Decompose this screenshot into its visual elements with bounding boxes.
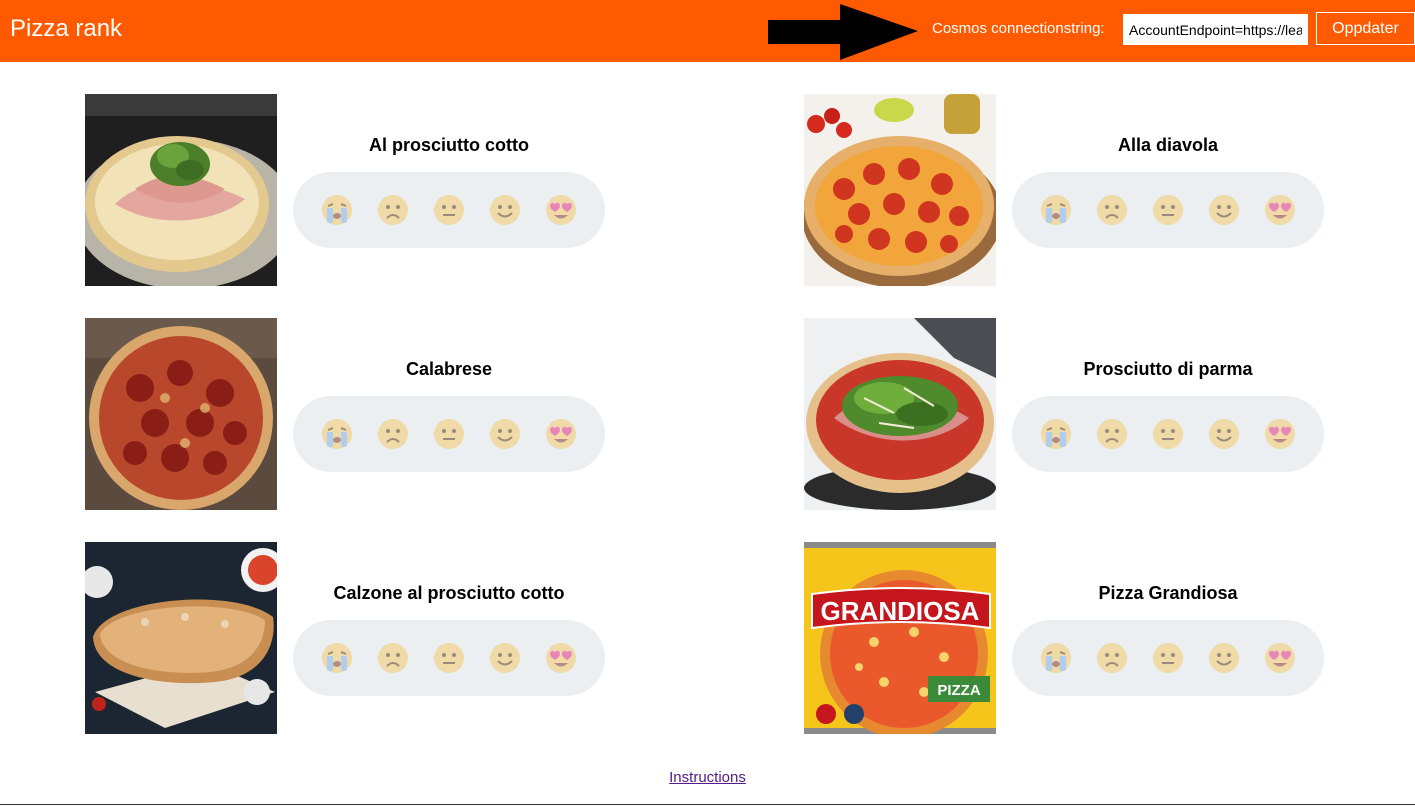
- rating-bar: [1012, 172, 1324, 248]
- pizza-photo: [85, 94, 277, 286]
- pizza-card: Prosciutto di parma: [804, 318, 1344, 510]
- pizza-card: Alla diavola: [804, 94, 1344, 286]
- footer: Instructions: [0, 768, 1415, 788]
- smiling-face-icon[interactable]: [489, 194, 521, 226]
- smiling-face-icon[interactable]: [489, 418, 521, 450]
- pizza-card: Calzone al prosciutto cotto: [85, 542, 625, 734]
- rating-bar: [1012, 620, 1324, 696]
- svg-text:GRANDIOSA: GRANDIOSA: [821, 596, 980, 626]
- smiling-face-icon[interactable]: [489, 642, 521, 674]
- smiling-face-icon[interactable]: [1208, 418, 1240, 450]
- pizza-photo: [804, 318, 996, 510]
- heart-eyes-face-icon[interactable]: [545, 194, 577, 226]
- pizza-name: Calabrese: [405, 359, 493, 379]
- rating-bar: [293, 396, 605, 472]
- sad-face-icon[interactable]: [1096, 194, 1128, 226]
- heart-eyes-face-icon[interactable]: [545, 642, 577, 674]
- sad-face-icon[interactable]: [377, 642, 409, 674]
- pizza-photo: [85, 542, 277, 734]
- pizza-box-photo: GRANDIOSA PIZZA: [804, 542, 996, 734]
- pizza-name: Alla diavola: [1117, 135, 1219, 155]
- connection-string-input[interactable]: [1123, 14, 1308, 45]
- rating-bar: [1012, 396, 1324, 472]
- neutral-face-icon[interactable]: [1152, 194, 1184, 226]
- pizza-card: GRANDIOSA PIZZA Pizza Grandiosa: [804, 542, 1344, 734]
- crying-face-icon[interactable]: [1040, 418, 1072, 450]
- pizza-name: Prosciutto di parma: [1083, 359, 1253, 379]
- smiling-face-icon[interactable]: [1208, 642, 1240, 674]
- pizza-name: Calzone al prosciutto cotto: [333, 583, 565, 603]
- pizza-photo: [804, 94, 996, 286]
- smiling-face-icon[interactable]: [1208, 194, 1240, 226]
- heart-eyes-face-icon[interactable]: [1264, 194, 1296, 226]
- heart-eyes-face-icon[interactable]: [1264, 418, 1296, 450]
- pizza-card: Al prosciutto cotto: [85, 94, 625, 286]
- crying-face-icon[interactable]: [321, 642, 353, 674]
- neutral-face-icon[interactable]: [433, 418, 465, 450]
- update-button[interactable]: Oppdater: [1316, 12, 1415, 45]
- sad-face-icon[interactable]: [1096, 642, 1128, 674]
- top-bar: Pizza rank Cosmos connectionstring: Oppd…: [0, 0, 1415, 62]
- neutral-face-icon[interactable]: [433, 642, 465, 674]
- heart-eyes-face-icon[interactable]: [1264, 642, 1296, 674]
- heart-eyes-face-icon[interactable]: [545, 418, 577, 450]
- app-title: Pizza rank: [10, 15, 123, 42]
- sad-face-icon[interactable]: [1096, 418, 1128, 450]
- crying-face-icon[interactable]: [321, 194, 353, 226]
- pizza-card: Calabrese: [85, 318, 625, 510]
- crying-face-icon[interactable]: [321, 418, 353, 450]
- sad-face-icon[interactable]: [377, 418, 409, 450]
- pizza-name: Pizza Grandiosa: [1098, 583, 1238, 603]
- connection-string-label: Cosmos connectionstring:: [932, 20, 1105, 37]
- crying-face-icon[interactable]: [1040, 642, 1072, 674]
- rating-bar: [293, 620, 605, 696]
- sad-face-icon[interactable]: [377, 194, 409, 226]
- neutral-face-icon[interactable]: [1152, 642, 1184, 674]
- pizza-photo: [85, 318, 277, 510]
- arrow-pointer-icon: [768, 4, 918, 60]
- pizza-name: Al prosciutto cotto: [369, 135, 529, 155]
- neutral-face-icon[interactable]: [433, 194, 465, 226]
- instructions-link[interactable]: Instructions: [669, 769, 746, 786]
- rating-bar: [293, 172, 605, 248]
- neutral-face-icon[interactable]: [1152, 418, 1184, 450]
- svg-text:PIZZA: PIZZA: [937, 682, 980, 699]
- crying-face-icon[interactable]: [1040, 194, 1072, 226]
- bottom-divider: [0, 804, 1415, 805]
